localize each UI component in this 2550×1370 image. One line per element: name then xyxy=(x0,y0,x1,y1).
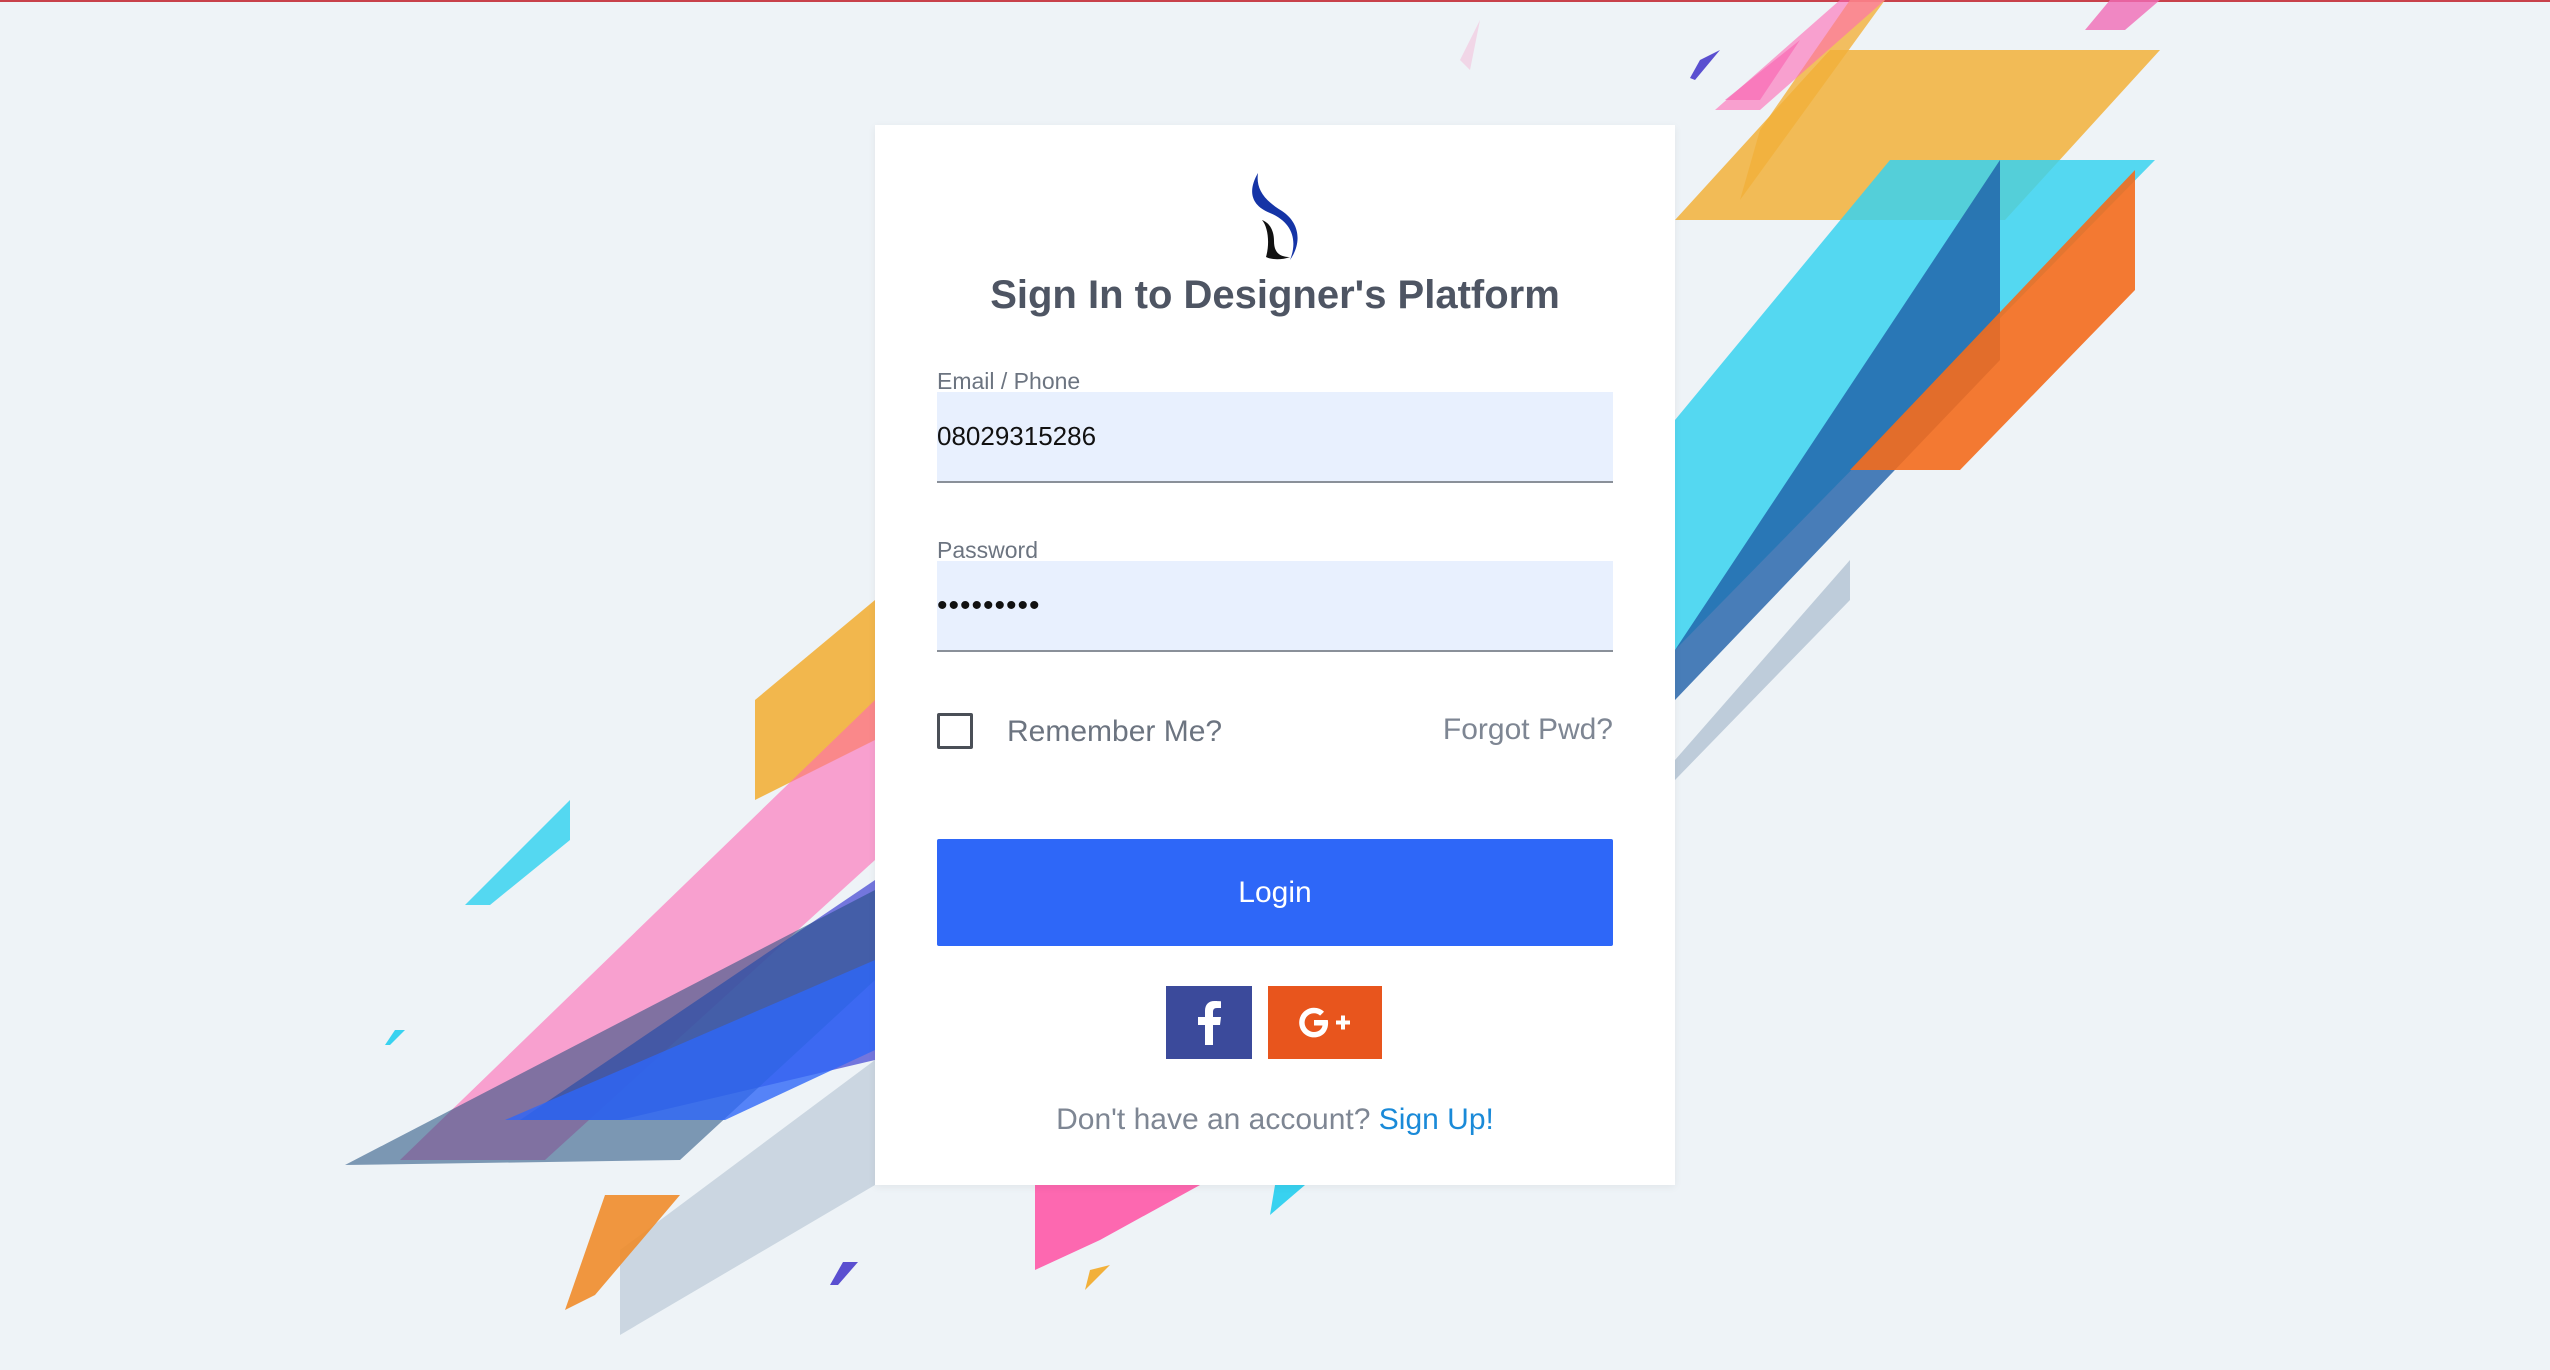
forgot-password-link[interactable]: Forgot Pwd? xyxy=(1443,713,1613,747)
email-field[interactable] xyxy=(937,392,1613,483)
password-field[interactable] xyxy=(937,561,1613,652)
google-plus-icon xyxy=(1299,1007,1350,1037)
brand-logo xyxy=(1252,173,1298,260)
page-title: Sign In to Designer's Platform xyxy=(990,273,1560,317)
sign-in-card: Sign In to Designer's Platform Email / P… xyxy=(875,125,1675,1185)
remember-me-checkbox[interactable] xyxy=(937,713,973,749)
signup-row: Don't have an account? Sign Up! xyxy=(875,1103,1675,1137)
remember-me-label[interactable]: Remember Me? xyxy=(1007,715,1222,749)
signup-link[interactable]: Sign Up! xyxy=(1379,1103,1494,1136)
signup-prompt: Don't have an account? xyxy=(1056,1103,1371,1136)
google-plus-login-button[interactable] xyxy=(1268,986,1382,1059)
password-label: Password xyxy=(937,537,1038,563)
facebook-icon xyxy=(1198,1000,1221,1045)
facebook-login-button[interactable] xyxy=(1166,986,1252,1059)
email-label: Email / Phone xyxy=(937,368,1081,394)
login-button[interactable]: Login xyxy=(937,839,1613,946)
